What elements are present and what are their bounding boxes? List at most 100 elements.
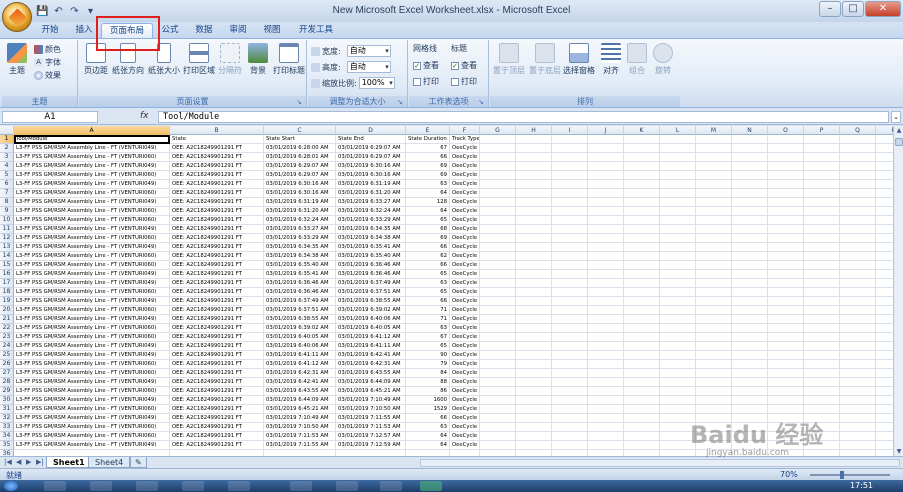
grid-cell[interactable]: 03/01/2019 6:35:41 AM (336, 243, 406, 252)
print-titles-button[interactable]: 打印标题 (272, 43, 306, 76)
grid-cell[interactable] (732, 261, 768, 270)
grid-cell[interactable] (732, 135, 768, 144)
grid-cell[interactable]: 79 (406, 360, 450, 369)
grid-cell[interactable] (840, 171, 876, 180)
grid-cell[interactable] (768, 207, 804, 216)
row-header[interactable]: 28 (0, 378, 14, 387)
grid-cell[interactable] (516, 333, 552, 342)
grid-cell[interactable]: OEE: A2C18249901291 FT (170, 243, 264, 252)
grid-cell[interactable] (876, 279, 893, 288)
height-select[interactable]: 自动 (346, 61, 391, 73)
row-header[interactable]: 18 (0, 288, 14, 297)
grid-cell[interactable]: 128 (406, 198, 450, 207)
grid-cell[interactable] (732, 198, 768, 207)
grid-cell[interactable]: State End (336, 135, 406, 144)
grid-cell[interactable] (804, 252, 840, 261)
grid-cell[interactable] (840, 333, 876, 342)
grid-cell[interactable] (876, 216, 893, 225)
grid-cell[interactable]: 03/01/2019 6:41:12 AM (264, 360, 336, 369)
tab-insert[interactable]: 插入 (70, 23, 98, 38)
grid-cell[interactable]: OEE: A2C18249901291 FT (170, 369, 264, 378)
row-header[interactable]: 1 (0, 135, 14, 144)
grid-cell[interactable] (732, 306, 768, 315)
grid-cell[interactable]: OEE: A2C18249901291 FT (170, 333, 264, 342)
grid-cell[interactable]: OEE: A2C18249901291 FT (170, 414, 264, 423)
grid-cell[interactable] (480, 198, 516, 207)
grid-cell[interactable] (804, 315, 840, 324)
grid-cell[interactable]: 63 (406, 423, 450, 432)
grid-cell[interactable] (696, 153, 732, 162)
grid-cell[interactable]: 03/01/2019 6:34:35 AM (264, 243, 336, 252)
grid-cell[interactable] (480, 432, 516, 441)
row-header[interactable]: 7 (0, 189, 14, 198)
grid-cell[interactable]: L3-FF PSS GM/RSM Assembly Line - FT (VEN… (14, 378, 170, 387)
grid-cell[interactable] (804, 162, 840, 171)
grid-cell[interactable] (516, 351, 552, 360)
grid-cell[interactable] (660, 261, 696, 270)
grid-cell[interactable] (696, 333, 732, 342)
office-button[interactable] (2, 2, 32, 32)
grid-cell[interactable] (732, 369, 768, 378)
grid-cell[interactable] (624, 135, 660, 144)
grid-cell[interactable]: 66 (406, 261, 450, 270)
grid-cell[interactable] (840, 261, 876, 270)
grid-cell[interactable] (660, 342, 696, 351)
grid-cell[interactable] (840, 297, 876, 306)
grid-cell[interactable] (660, 171, 696, 180)
grid-cell[interactable] (840, 369, 876, 378)
grid-cell[interactable]: OeeCycle (450, 243, 480, 252)
grid-cell[interactable] (696, 198, 732, 207)
grid-cell[interactable] (768, 378, 804, 387)
grid-cell[interactable]: 03/01/2019 6:41:11 AM (264, 351, 336, 360)
sheet-tab-sheet4[interactable]: Sheet4 (88, 457, 131, 468)
grid-cell[interactable] (840, 243, 876, 252)
column-header[interactable]: G (480, 126, 516, 135)
grid-cell[interactable] (552, 252, 588, 261)
grid-cell[interactable]: OeeCycle (450, 342, 480, 351)
rotate-button[interactable]: 旋转 (650, 43, 676, 76)
grid-cell[interactable] (660, 189, 696, 198)
grid-cell[interactable]: OEE: A2C18249901291 FT (170, 225, 264, 234)
grid-cell[interactable] (660, 387, 696, 396)
grid-cell[interactable] (588, 351, 624, 360)
grid-cell[interactable] (480, 162, 516, 171)
grid-cell[interactable] (804, 378, 840, 387)
grid-cell[interactable]: OEE: A2C18249901291 FT (170, 315, 264, 324)
grid-cell[interactable]: L3-FF PSS GM/RSM Assembly Line - FT (VEN… (14, 153, 170, 162)
headings-print-checkbox[interactable]: 打印 (451, 76, 477, 87)
grid-cell[interactable]: 03/01/2019 7:10:49 AM (264, 414, 336, 423)
grid-cell[interactable] (696, 216, 732, 225)
grid-cell[interactable] (768, 162, 804, 171)
grid-cell[interactable] (876, 234, 893, 243)
grid-cell[interactable] (768, 144, 804, 153)
grid-cell[interactable]: OeeCycle (450, 387, 480, 396)
grid-cell[interactable]: 68 (406, 225, 450, 234)
grid-cell[interactable] (516, 279, 552, 288)
tab-developer[interactable]: 开发工具 (294, 23, 338, 38)
grid-cell[interactable] (696, 315, 732, 324)
grid-cell[interactable] (840, 207, 876, 216)
grid-cell[interactable] (516, 288, 552, 297)
row-header[interactable]: 19 (0, 297, 14, 306)
grid-cell[interactable] (840, 180, 876, 189)
grid-cell[interactable]: L3-FF PSS GM/RSM Assembly Line - FT (VEN… (14, 297, 170, 306)
grid-cell[interactable] (480, 171, 516, 180)
row-header[interactable]: 23 (0, 333, 14, 342)
row-header[interactable]: 35 (0, 441, 14, 450)
insert-sheet-icon[interactable]: ✎ (130, 457, 147, 468)
taskbar-ie-icon[interactable] (44, 481, 66, 491)
grid-cell[interactable] (552, 315, 588, 324)
grid-cell[interactable] (876, 198, 893, 207)
grid-cell[interactable] (732, 297, 768, 306)
row-header[interactable]: 33 (0, 423, 14, 432)
row-header[interactable]: 17 (0, 279, 14, 288)
grid-cell[interactable] (876, 306, 893, 315)
grid-cell[interactable]: 03/01/2019 6:37:49 AM (264, 297, 336, 306)
column-header[interactable]: I (552, 126, 588, 135)
grid-cell[interactable] (840, 306, 876, 315)
grid-cell[interactable] (480, 225, 516, 234)
grid-cell[interactable]: 03/01/2019 6:30:16 AM (264, 189, 336, 198)
grid-cell[interactable] (804, 324, 840, 333)
grid-cell[interactable] (552, 279, 588, 288)
grid-cell[interactable] (552, 441, 588, 450)
